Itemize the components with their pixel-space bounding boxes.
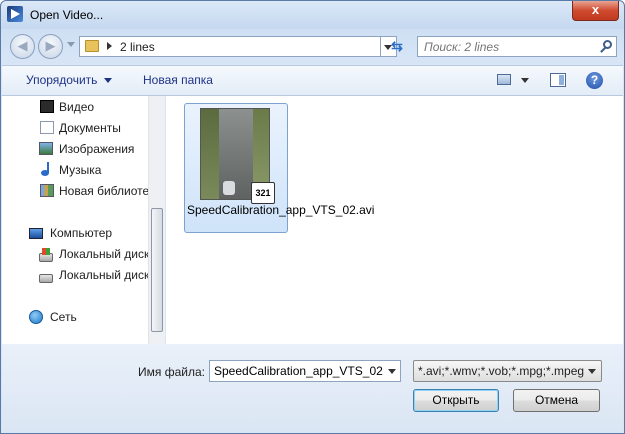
- folder-icon: [85, 40, 99, 52]
- sidebar-item-local-disk-c[interactable]: Локальный диск (C:): [59, 244, 150, 264]
- title-bar: Open Video... x: [1, 1, 624, 29]
- cancel-button[interactable]: Отмена: [513, 389, 600, 412]
- navigation-pane-scrollbar[interactable]: [148, 96, 165, 344]
- sidebar-item-images[interactable]: Изображения: [59, 139, 150, 159]
- file-list: 321 SpeedCalibration_app_VTS_02.avi: [166, 96, 623, 344]
- sidebar-item-documents[interactable]: Документы: [59, 118, 150, 138]
- images-icon: [39, 142, 53, 155]
- library-icon: [40, 184, 54, 197]
- file-name: SpeedCalibration_app_VTS_02.avi: [187, 203, 375, 217]
- sidebar-item-music[interactable]: Музыка: [59, 160, 150, 180]
- filename-input[interactable]: SpeedCalibration_app_VTS_02.avi: [209, 360, 401, 382]
- navigation-pane: Видео Документы Изображения Музыка Новая…: [2, 96, 152, 344]
- organize-label: Упорядочить: [26, 73, 98, 87]
- change-view-icon[interactable]: [497, 74, 511, 85]
- open-video-dialog: Open Video... x ◀ ▶ 2 lines ⇆ Упорядочит…: [0, 0, 625, 434]
- dialog-footer: Имя файла: SpeedCalibration_app_VTS_02.a…: [2, 344, 623, 432]
- disk-icon: [39, 274, 53, 283]
- search-icon[interactable]: [603, 40, 612, 49]
- view-options-dropdown-icon[interactable]: [521, 78, 529, 83]
- sidebar-item-new-library[interactable]: Новая библиотека: [59, 181, 150, 201]
- sidebar-item-network[interactable]: Сеть: [50, 307, 150, 327]
- file-type-select[interactable]: *.avi;*.wmv;*.vob;*.mpg;*.mpeg: [413, 360, 602, 382]
- open-button[interactable]: Открыть: [413, 389, 499, 412]
- help-icon[interactable]: ?: [586, 72, 603, 89]
- window-title: Open Video...: [30, 8, 104, 22]
- filename-label: Имя файла:: [138, 365, 205, 379]
- breadcrumb-arrow-icon[interactable]: [107, 42, 112, 50]
- back-button[interactable]: ◀: [10, 34, 35, 59]
- sidebar-item-local-disk-d[interactable]: Локальный диск (D:): [59, 265, 150, 285]
- preview-pane-icon[interactable]: [550, 73, 566, 87]
- media-player-badge-icon: 321: [251, 182, 275, 204]
- close-button[interactable]: x: [572, 1, 619, 21]
- scrollbar-thumb[interactable]: [151, 208, 163, 332]
- chevron-down-icon: [104, 78, 113, 84]
- computer-icon: [29, 228, 43, 239]
- new-folder-button[interactable]: Новая папка: [143, 73, 213, 87]
- forward-button[interactable]: ▶: [38, 34, 63, 59]
- network-icon: [29, 310, 43, 324]
- search-box[interactable]: [417, 36, 617, 57]
- sidebar-item-video[interactable]: Видео: [59, 97, 150, 117]
- system-disk-icon: [39, 248, 53, 262]
- navigation-bar: ◀ ▶ 2 lines ⇆: [1, 29, 624, 65]
- organize-menu-button[interactable]: Упорядочить: [26, 73, 113, 87]
- filename-history-dropdown[interactable]: [383, 361, 400, 381]
- search-input[interactable]: [424, 40, 594, 54]
- address-bar[interactable]: 2 lines: [79, 36, 381, 57]
- documents-icon: [40, 121, 54, 134]
- refresh-button[interactable]: ⇆: [385, 36, 409, 57]
- command-toolbar: Упорядочить Новая папка ?: [2, 65, 623, 96]
- file-item-selected[interactable]: 321 SpeedCalibration_app_VTS_02.avi: [184, 103, 375, 233]
- sidebar-item-computer[interactable]: Компьютер: [50, 223, 150, 243]
- breadcrumb-current-folder[interactable]: 2 lines: [120, 40, 155, 54]
- chevron-down-icon[interactable]: [588, 369, 596, 374]
- recent-pages-dropdown-icon[interactable]: [67, 42, 75, 47]
- video-icon: [40, 100, 54, 113]
- app-icon: [7, 6, 23, 22]
- music-icon: [41, 162, 51, 176]
